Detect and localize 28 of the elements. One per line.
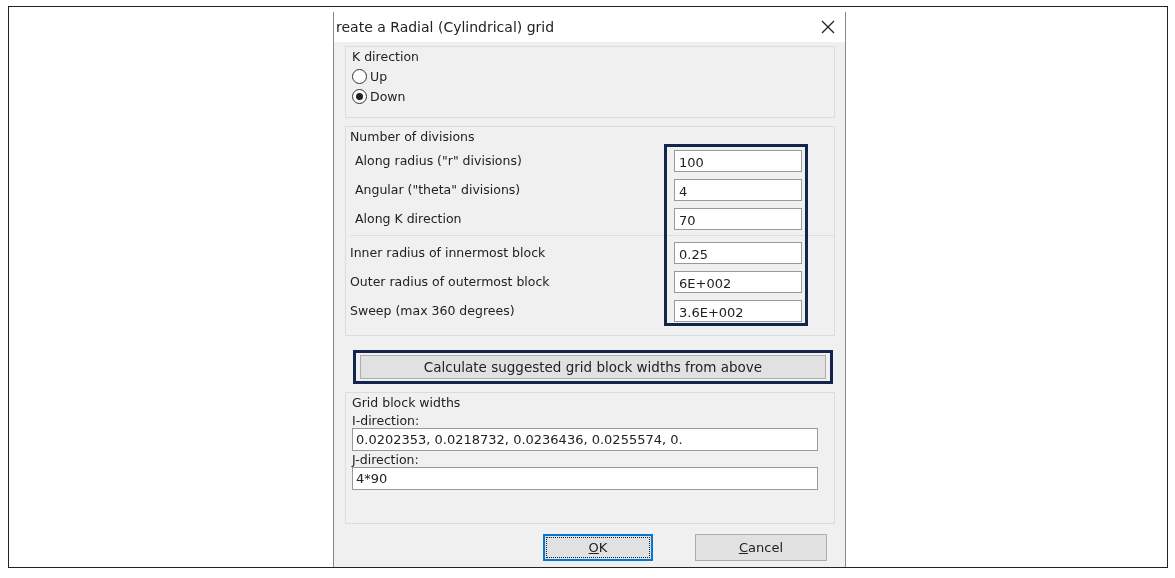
group-title: K direction xyxy=(352,49,420,64)
field-label: Along radius ("r" divisions) xyxy=(354,153,522,168)
field-label: Sweep (max 360 degrees) xyxy=(350,303,515,318)
radio-button[interactable] xyxy=(352,88,367,104)
input-field[interactable]: 4*90 xyxy=(352,467,818,490)
input-field[interactable]: 3.6E+002 xyxy=(674,299,802,322)
calculate-button[interactable]: Calculate suggested grid block widths from above xyxy=(360,355,826,379)
ok-button[interactable]: OK xyxy=(543,534,653,561)
input-field[interactable]: 4 xyxy=(674,178,802,201)
group-title: Number of divisions xyxy=(350,129,476,144)
radio-label: Down xyxy=(370,88,406,104)
field-label: Along K direction xyxy=(354,211,462,226)
group-title: Grid block widths xyxy=(352,395,462,410)
window-title: reate a Radial (Cylindrical) grid xyxy=(336,19,555,35)
input-field[interactable]: 6E+002 xyxy=(674,270,802,293)
field-label: J-direction: xyxy=(352,452,420,467)
radio-label: Up xyxy=(370,68,388,84)
field-label: Outer radius of outermost block xyxy=(350,274,550,289)
field-label: I-direction: xyxy=(352,413,421,428)
field-label: Inner radius of innermost block xyxy=(350,245,546,260)
input-field[interactable]: 70 xyxy=(674,207,802,230)
input-field[interactable]: 0.25 xyxy=(674,241,802,264)
close-icon[interactable] xyxy=(821,20,835,34)
input-field[interactable]: 100 xyxy=(674,149,802,172)
cancel-button[interactable]: Cancel xyxy=(695,534,827,561)
input-field[interactable]: 0.0202353, 0.0218732, 0.0236436, 0.0255574, 0. xyxy=(352,428,818,451)
field-label: Angular ("theta" divisions) xyxy=(354,182,521,197)
radio-button[interactable] xyxy=(352,68,367,84)
